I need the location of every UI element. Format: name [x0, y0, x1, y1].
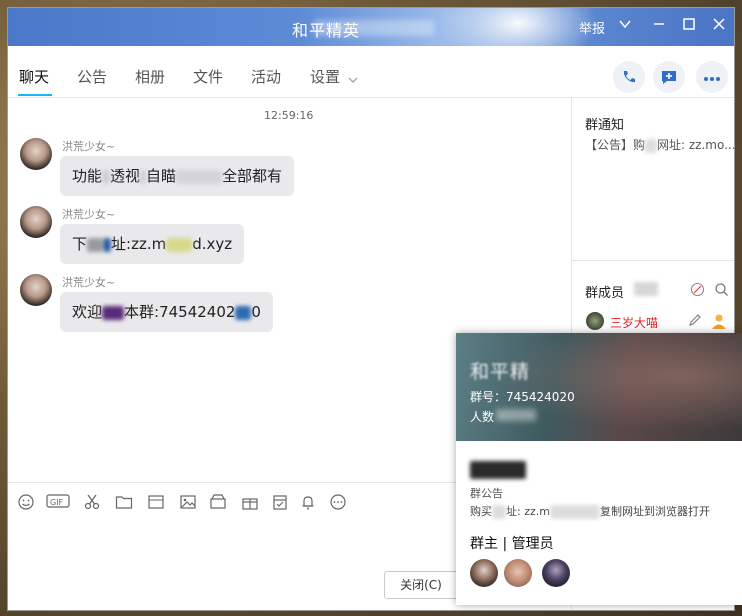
group-card-header: 和平精 群号：745424020 人数 [456, 333, 742, 441]
minimize-icon[interactable] [648, 16, 670, 38]
svg-text:GIF: GIF [50, 498, 64, 507]
edit-icon[interactable] [688, 313, 702, 331]
message-text: 欢迎 [72, 303, 103, 321]
redaction [235, 305, 252, 320]
sender-name[interactable]: 洪荒少女~ [62, 138, 115, 154]
title-redaction [314, 20, 434, 36]
tab-album[interactable]: 相册 [135, 66, 165, 87]
tab-settings[interactable]: 设置 [310, 66, 340, 87]
member-count-label: 人数 [470, 410, 495, 424]
announcement-part: 复制网址到浏览器打开 [599, 505, 710, 518]
message-bubble[interactable]: 欢迎 本群:74542402 0 [60, 292, 273, 332]
settings-chevron-icon[interactable] [348, 70, 358, 89]
calendar-icon[interactable] [270, 493, 290, 513]
message-text: d.xyz [192, 235, 233, 253]
group-number: 群号：745424020 [470, 390, 575, 404]
report-button[interactable]: 举报 [579, 18, 605, 37]
add-chat-icon[interactable] [653, 61, 685, 93]
message-text: 下 [72, 235, 88, 253]
tab-chat[interactable]: 聊天 [19, 66, 49, 87]
sender-name[interactable]: 洪荒少女~ [62, 274, 115, 290]
maximize-icon[interactable] [678, 16, 700, 38]
avatar[interactable] [542, 559, 570, 587]
tab-bar: 聊天 公告 相册 文件 活动 设置 [8, 46, 734, 98]
message-text: 址:zz.m [111, 235, 167, 253]
avatar[interactable] [586, 312, 604, 330]
redaction [102, 169, 111, 184]
group-name: 和平精 [470, 361, 531, 383]
avatar[interactable] [20, 274, 52, 306]
emoji-icon[interactable] [16, 493, 36, 513]
gif-icon[interactable]: GIF [46, 493, 70, 513]
redaction [102, 305, 125, 320]
group-announcement-label: 群公告 [470, 487, 503, 500]
member-invite-icon[interactable] [690, 282, 705, 301]
message-text: 功能 [72, 167, 103, 185]
shop-icon[interactable] [208, 493, 228, 513]
group-notice-title: 群通知 [585, 118, 625, 133]
redaction [176, 169, 223, 184]
message-text: 本群:74542402 [124, 303, 236, 321]
member-item[interactable]: 三岁大喵 [586, 312, 734, 334]
avatar[interactable] [20, 206, 52, 238]
divider [572, 260, 734, 261]
tab-activity[interactable]: 活动 [251, 66, 281, 87]
owner-admin-label: 群主 | 管理员 [470, 536, 554, 552]
message-text: 0 [251, 303, 261, 321]
redaction [634, 282, 658, 296]
more-tools-icon[interactable] [328, 493, 348, 513]
redaction [166, 237, 193, 252]
screenshot-icon[interactable] [146, 493, 166, 513]
message-timestamp: 12:59:16 [264, 109, 314, 122]
announcement-part: 址: zz.m [506, 505, 550, 518]
redaction [140, 169, 147, 184]
redaction [87, 237, 104, 252]
redaction [549, 505, 600, 519]
folder-icon[interactable] [114, 493, 134, 513]
avatar[interactable] [504, 559, 532, 587]
gift-icon[interactable] [240, 493, 260, 513]
message-text: 透视 [110, 167, 141, 185]
tab-announcement[interactable]: 公告 [77, 66, 107, 87]
redaction [470, 461, 526, 479]
image-icon[interactable] [178, 493, 198, 513]
sender-name[interactable]: 洪荒少女~ [62, 206, 115, 222]
message-text: 自瞄 [146, 167, 177, 185]
close-icon[interactable] [708, 16, 730, 38]
notice-text-part: 【公告】购 [585, 138, 646, 152]
search-icon[interactable] [714, 282, 729, 301]
phone-icon[interactable] [613, 61, 645, 93]
redaction [103, 237, 112, 252]
message-text: 全部都有 [222, 167, 283, 185]
group-members-title: 群成员 [585, 286, 625, 301]
tab-files[interactable]: 文件 [193, 66, 223, 87]
active-tab-indicator [18, 94, 52, 96]
header-background [456, 333, 742, 441]
chevron-down-icon[interactable] [614, 16, 636, 38]
scissors-icon[interactable] [82, 493, 102, 513]
redaction [645, 138, 658, 153]
member-name[interactable]: 三岁大喵 [610, 314, 658, 331]
group-info-card: 和平精 群号：745424020 人数 群公告 购买 址: zz.m 复制网址到浏览… [456, 333, 742, 605]
title-bar: 和平精英 举报 [8, 8, 734, 68]
group-notice-text[interactable]: 【公告】购 网址: zz.mo... [585, 136, 735, 153]
close-button[interactable]: 关闭(C) [384, 571, 458, 599]
owner-badge-icon [710, 312, 728, 334]
more-icon[interactable] [696, 61, 728, 93]
redaction [492, 505, 506, 519]
avatar[interactable] [470, 559, 498, 587]
redaction [496, 409, 536, 421]
notice-text-part: 网址: zz.mo... [657, 138, 735, 152]
announcement-part: 购买 [470, 505, 492, 518]
bell-icon[interactable] [298, 493, 318, 513]
group-announcement-text[interactable]: 购买 址: zz.m 复制网址到浏览器打开 [470, 503, 710, 519]
avatar[interactable] [20, 138, 52, 170]
message-bubble[interactable]: 下 址:zz.m d.xyz [60, 224, 245, 264]
message-bubble[interactable]: 功能 透视 自瞄 全部都有 [60, 156, 295, 196]
